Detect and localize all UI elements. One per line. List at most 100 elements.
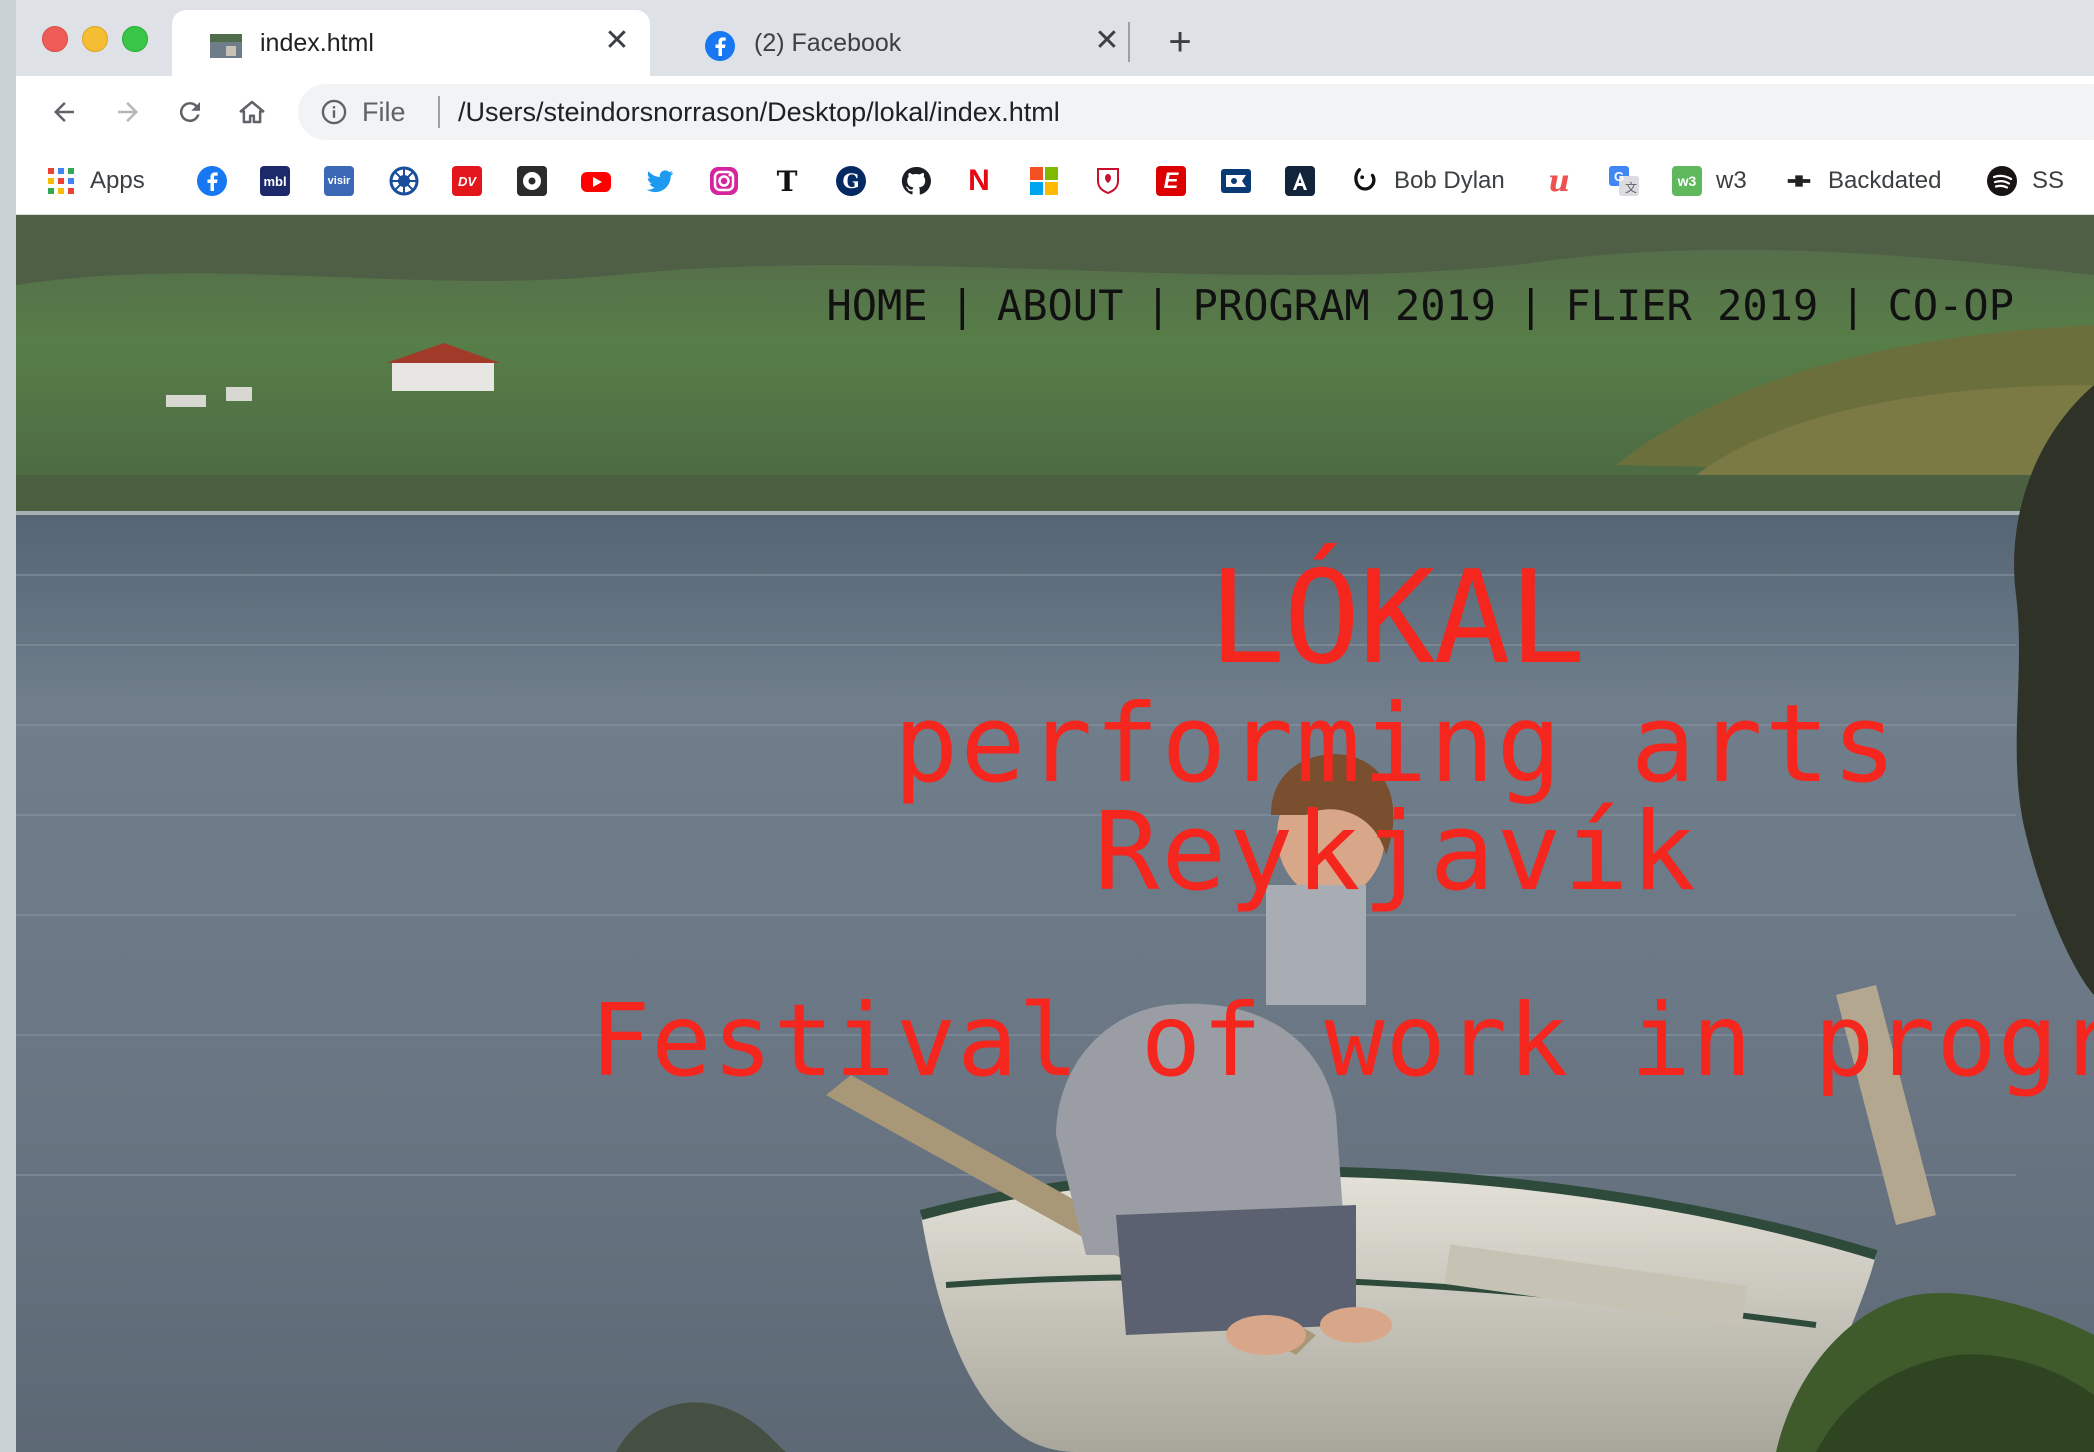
bookmark-udemy[interactable]: u (1544, 163, 1574, 199)
snowflake-icon (389, 166, 419, 196)
bookmark-podcast[interactable] (1284, 164, 1316, 198)
landscape-thumbnail-icon (210, 34, 242, 58)
mbl-icon: mbl (260, 166, 290, 196)
nav-separator: | (949, 281, 975, 330)
bookmark-snowflake[interactable] (388, 164, 420, 198)
reload-button[interactable] (168, 90, 212, 134)
bookmark-espn[interactable]: E (1156, 164, 1186, 198)
facebook-icon (705, 31, 735, 61)
bookmark-google-translate[interactable]: G 文 (1608, 164, 1640, 198)
soccer-icon (517, 166, 547, 196)
bookmark-dv[interactable]: DV (452, 164, 482, 198)
google-translate-icon: G 文 (1609, 166, 1639, 196)
url-text[interactable]: /Users/steindorsnorrason/Desktop/lokal/i… (458, 97, 1060, 128)
bookmarks-bar: Apps mbl visir DV T G N E Bob Dylan u G … (16, 150, 2094, 215)
bookmark-visir[interactable]: visir (324, 164, 354, 198)
hero-subtitle-line2: Reykjavík (1094, 790, 1698, 915)
udemy-icon: u (1548, 163, 1570, 199)
bookmark-bob-dylan[interactable]: Bob Dylan (1350, 164, 1505, 198)
bookmark-nytimes[interactable]: T (772, 164, 802, 198)
bookmark-netflix[interactable]: N (964, 164, 994, 198)
youtube-icon (581, 172, 611, 192)
bookmark-label: SS (2032, 167, 2065, 194)
nav-flier-2019-link[interactable]: FLIER 2019 (1565, 281, 1818, 330)
maximize-window-button[interactable] (122, 26, 148, 52)
bookmark-liverpool[interactable] (1092, 164, 1124, 198)
home-button[interactable] (230, 90, 274, 134)
info-icon[interactable] (320, 98, 348, 126)
tab-title: index.html (260, 29, 374, 57)
close-window-button[interactable] (42, 26, 68, 52)
bookmark-twitter[interactable] (644, 164, 676, 198)
espn-icon: E (1156, 166, 1186, 196)
tab-separator (1128, 22, 1130, 62)
site-nav: HOME | ABOUT | PROGRAM 2019 | FLIER 2019 | CO-OP (826, 281, 2014, 330)
hero-subtitle-line1: performing arts (893, 682, 1899, 807)
browser-window: index.html ✕ (2) Facebook ✕ + File /User… (16, 0, 2094, 1452)
forward-button[interactable] (106, 90, 150, 134)
bookmark-soccer[interactable] (516, 164, 548, 198)
bookmark-w3[interactable]: w3 w3 (1672, 164, 1747, 198)
reload-icon (179, 102, 200, 123)
liverpool-icon (1097, 168, 1119, 195)
close-tab-icon[interactable]: ✕ (1092, 26, 1122, 56)
svg-text:文: 文 (1625, 180, 1637, 195)
url-divider (438, 96, 440, 128)
url-scheme: File (362, 97, 406, 127)
back-button[interactable] (42, 90, 86, 134)
new-tab-button[interactable]: + (1160, 22, 1200, 62)
hero-tagline: Festival of work in progress (590, 982, 2094, 1099)
twitter-icon (646, 170, 674, 193)
tab-strip: index.html ✕ (2) Facebook ✕ + (16, 0, 2094, 76)
bookmark-mbl[interactable]: mbl (260, 164, 290, 198)
bookmark-label: Backdated (1828, 167, 1942, 194)
news-icon (1221, 169, 1251, 193)
spotify-icon (1987, 166, 2017, 196)
nav-program-2019-link[interactable]: PROGRAM 2019 (1193, 281, 1496, 330)
bookmark-ss[interactable]: SS (1986, 164, 2064, 198)
bookmark-youtube[interactable] (580, 164, 612, 198)
bookmark-label: Bob Dylan (1394, 167, 1505, 194)
dv-icon: DV (452, 166, 482, 196)
svg-text:G: G (1614, 169, 1624, 184)
bookmark-github[interactable] (900, 164, 932, 198)
visir-icon: visir (324, 166, 354, 196)
nav-co-op-link[interactable]: CO-OP (1888, 281, 2014, 330)
tab-index-html[interactable]: index.html ✕ (172, 10, 650, 76)
hero-title: LÓKAL (1208, 544, 1585, 693)
minimize-window-button[interactable] (82, 26, 108, 52)
instagram-icon (710, 167, 738, 195)
address-bar[interactable]: File /Users/steindorsnorrason/Desktop/lo… (298, 84, 2094, 140)
nav-separator: | (1145, 281, 1171, 330)
arrow-left-icon (54, 102, 74, 122)
bookmark-facebook[interactable] (196, 164, 228, 198)
nav-home-link[interactable]: HOME (826, 281, 927, 330)
facebook-icon (197, 166, 227, 196)
nav-separator: | (1840, 281, 1866, 330)
tab-title: (2) Facebook (754, 29, 902, 57)
nav-about-link[interactable]: ABOUT (997, 281, 1123, 330)
home-icon (239, 100, 265, 124)
backdated-icon (1787, 175, 1811, 187)
bookmark-apps[interactable]: Apps (46, 164, 145, 198)
bob-dylan-icon (1354, 168, 1376, 191)
nytimes-icon: T (776, 164, 798, 198)
w3schools-icon: w3 (1672, 166, 1702, 196)
nav-separator: | (1518, 281, 1544, 330)
tab-facebook[interactable]: (2) Facebook ✕ (666, 10, 1140, 76)
bookmark-instagram[interactable] (708, 164, 740, 198)
bookmark-news[interactable] (1220, 164, 1252, 198)
close-tab-icon[interactable]: ✕ (602, 26, 632, 56)
microsoft-icon (1030, 167, 1058, 195)
github-icon (901, 166, 931, 195)
bookmark-label: w3 (1716, 167, 1747, 194)
bookmark-microsoft[interactable] (1028, 164, 1060, 198)
guardian-icon: G (836, 166, 866, 196)
bookmark-guardian[interactable]: G (836, 164, 866, 198)
netflix-icon: N (968, 164, 990, 197)
bookmark-label: Apps (90, 167, 145, 194)
browser-toolbar: File /Users/steindorsnorrason/Desktop/lo… (16, 76, 2094, 150)
arrow-right-icon (118, 102, 138, 122)
podcast-icon (1285, 166, 1315, 196)
bookmark-backdated[interactable]: Backdated (1784, 164, 1941, 198)
